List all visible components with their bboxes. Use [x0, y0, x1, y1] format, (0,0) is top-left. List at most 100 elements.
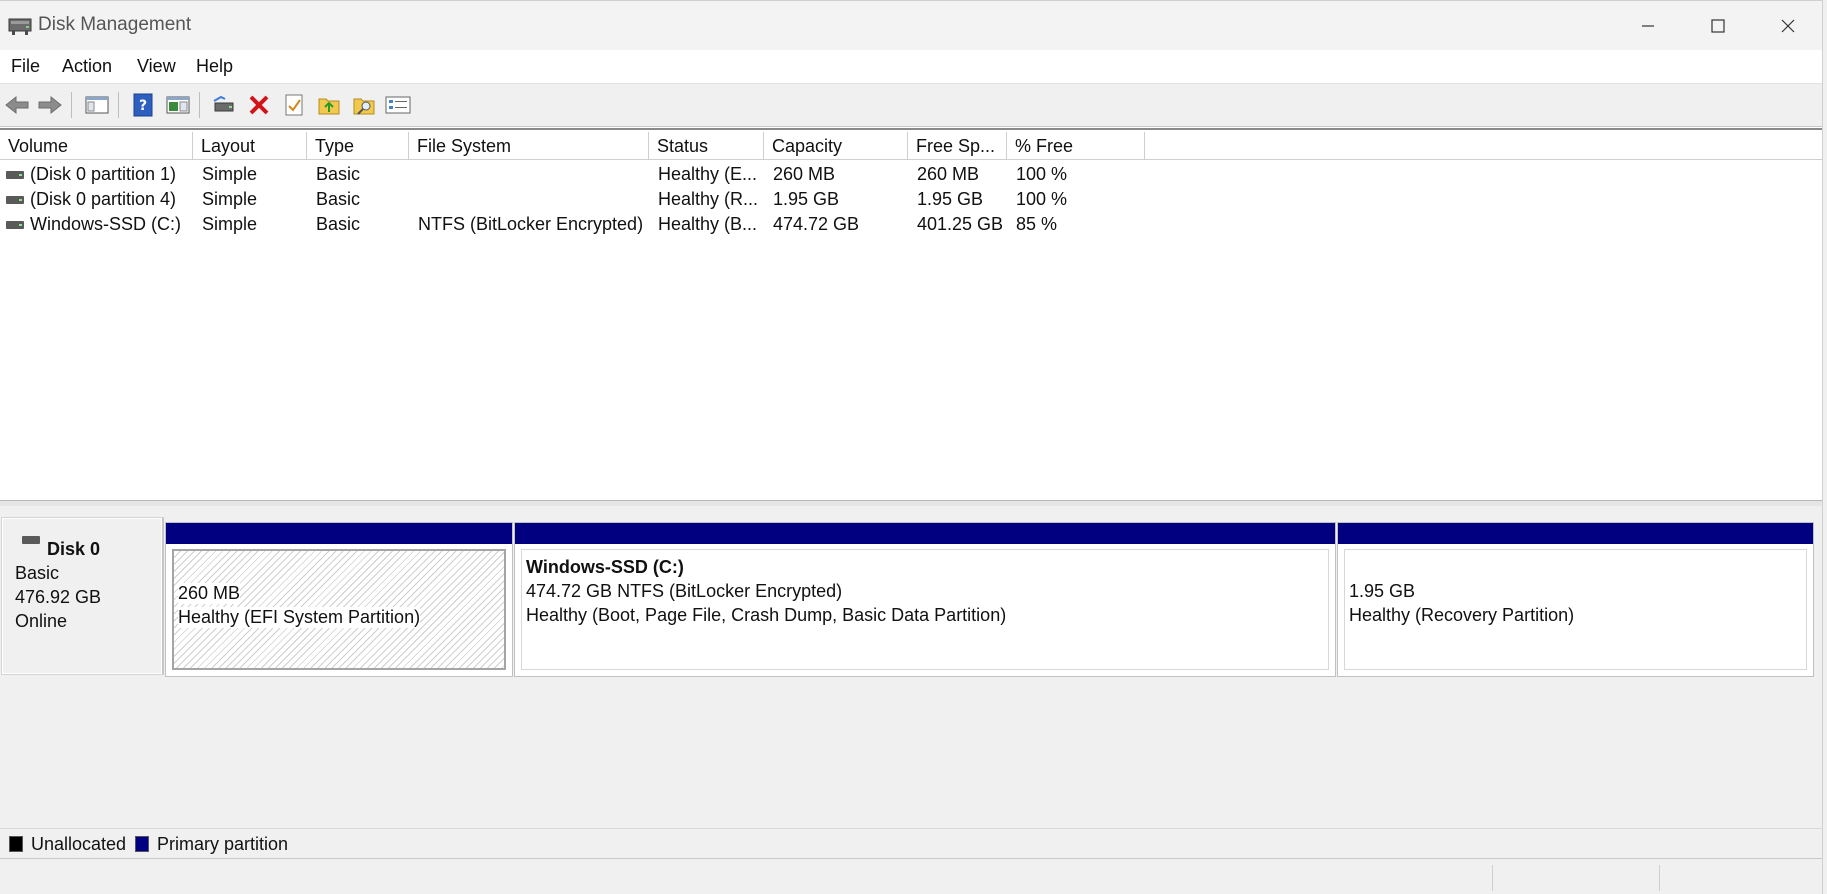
- partition-body: Windows-SSD (C:) 474.72 GB NTFS (BitLock…: [521, 549, 1329, 670]
- folder-up-icon[interactable]: [315, 91, 343, 119]
- disk-0-label[interactable]: Disk 0 Basic 476.92 GB Online: [1, 517, 164, 675]
- legend: Unallocated Primary partition: [0, 828, 1822, 858]
- partition-size: 1.95 GB: [1349, 581, 1416, 601]
- partition-status: Healthy (EFI System Partition): [178, 607, 421, 628]
- delete-icon[interactable]: [245, 91, 273, 119]
- svg-text:?: ?: [139, 98, 147, 114]
- primary-partition-band: [166, 523, 512, 544]
- volume-layout: Simple: [202, 164, 258, 184]
- column-header-layout[interactable]: Layout: [193, 132, 307, 160]
- show-hide-action-pane-icon[interactable]: [164, 91, 192, 119]
- toolbar-separator: [71, 92, 72, 118]
- primary-partition-swatch: [135, 836, 149, 852]
- minimize-button[interactable]: [1613, 1, 1683, 51]
- partition-name: Windows-SSD (C:): [526, 557, 684, 577]
- disk-icon: [22, 536, 40, 544]
- partition-size: 474.72 GB NTFS (BitLocker Encrypted): [526, 581, 843, 601]
- partition-status: Healthy (Boot, Page File, Crash Dump, Ba…: [526, 605, 1007, 625]
- volume-file-system: NTFS (BitLocker Encrypted): [418, 214, 644, 234]
- close-button[interactable]: [1753, 1, 1823, 51]
- disk-partition-bar: 260 MB Healthy (EFI System Partition) Wi…: [165, 522, 1815, 677]
- status-bar-separator: [1492, 865, 1493, 891]
- volume-type: Basic: [316, 189, 361, 209]
- legend-primary-partition: Primary partition: [157, 834, 289, 854]
- primary-partition-band: [1338, 523, 1813, 544]
- volume-file-system: [418, 162, 646, 187]
- volume-status: Healthy (R...: [658, 189, 759, 209]
- table-row[interactable]: (Disk 0 partition 4) Simple Basic Health…: [0, 187, 1822, 212]
- volume-layout: Simple: [202, 214, 258, 234]
- primary-partition-band: [515, 523, 1335, 544]
- window-title: Disk Management: [38, 14, 192, 35]
- column-header-type[interactable]: Type: [307, 132, 409, 160]
- volume-name: (Disk 0 partition 4): [30, 189, 177, 209]
- volume-percent-free: 85 %: [1016, 214, 1058, 234]
- volume-list-header: Volume Layout Type File System Status Ca…: [0, 132, 1822, 160]
- partition-body: 260 MB Healthy (EFI System Partition): [172, 549, 506, 670]
- partition-status: Healthy (Recovery Partition): [1349, 605, 1575, 625]
- column-header-capacity[interactable]: Capacity: [764, 132, 908, 160]
- menu-help[interactable]: Help: [196, 56, 233, 77]
- column-header-percent-free[interactable]: % Free: [1007, 132, 1145, 160]
- help-icon[interactable]: ?: [129, 91, 157, 119]
- volume-type: Basic: [316, 164, 361, 184]
- table-row[interactable]: Windows-SSD (C:) Simple Basic NTFS (BitL…: [0, 212, 1822, 237]
- volume-free-space: 260 MB: [917, 164, 980, 184]
- volume-status: Healthy (B...: [658, 214, 758, 234]
- column-header-volume[interactable]: Volume: [0, 132, 193, 160]
- legend-unallocated: Unallocated: [31, 834, 127, 854]
- list-view-icon[interactable]: [384, 91, 412, 119]
- disk-status: Online: [15, 611, 68, 631]
- volume-percent-free: 100 %: [1016, 164, 1068, 184]
- partition-efi[interactable]: 260 MB Healthy (EFI System Partition): [165, 522, 513, 677]
- volume-percent-free: 100 %: [1016, 189, 1068, 209]
- volume-free-space: 1.95 GB: [917, 189, 984, 209]
- toolbar-separator: [199, 92, 200, 118]
- volume-capacity: 474.72 GB: [773, 214, 860, 234]
- volume-name: (Disk 0 partition 1): [30, 164, 177, 184]
- column-header-status[interactable]: Status: [649, 132, 764, 160]
- maximize-button[interactable]: [1683, 1, 1753, 51]
- properties-icon[interactable]: [280, 91, 308, 119]
- volume-type: Basic: [316, 214, 361, 234]
- unallocated-swatch: [9, 836, 23, 852]
- disk-graphical-view: Disk 0 Basic 476.92 GB Online 260 MB Hea…: [0, 506, 1822, 828]
- partition-windows-ssd[interactable]: Windows-SSD (C:) 474.72 GB NTFS (BitLock…: [514, 522, 1336, 677]
- toolbar: ?: [0, 84, 1822, 127]
- connect-drive-icon[interactable]: [210, 91, 238, 119]
- volume-status: Healthy (E...: [658, 164, 758, 184]
- menu-file[interactable]: File: [11, 56, 40, 77]
- disk-size: 476.92 GB: [15, 587, 102, 607]
- title-bar: Disk Management: [0, 0, 1827, 50]
- drive-icon: [6, 171, 24, 179]
- partition-body: 1.95 GB Healthy (Recovery Partition): [1344, 549, 1807, 670]
- forward-icon[interactable]: [36, 91, 64, 119]
- table-row[interactable]: (Disk 0 partition 1) Simple Basic Health…: [0, 162, 1822, 187]
- menu-bar: File Action View Help: [0, 50, 1822, 84]
- window-right-border: [1822, 0, 1827, 894]
- volume-capacity: 1.95 GB: [773, 189, 840, 209]
- menu-action[interactable]: Action: [62, 56, 112, 77]
- explore-icon[interactable]: [350, 91, 378, 119]
- disk-name: Disk 0: [47, 539, 101, 559]
- toolbar-separator: [118, 92, 119, 118]
- volume-name: Windows-SSD (C:): [30, 214, 182, 234]
- volume-capacity: 260 MB: [773, 164, 836, 184]
- status-bar: [0, 858, 1822, 894]
- volume-layout: Simple: [202, 189, 258, 209]
- disk-type: Basic: [15, 563, 60, 583]
- disk-management-app-icon: [8, 15, 32, 37]
- back-icon[interactable]: [3, 91, 31, 119]
- show-hide-console-tree-icon[interactable]: [83, 91, 111, 119]
- menu-view[interactable]: View: [137, 56, 176, 77]
- drive-icon: [6, 196, 24, 204]
- volume-file-system: [418, 187, 646, 212]
- column-header-file-system[interactable]: File System: [409, 132, 649, 160]
- column-header-free-space[interactable]: Free Sp...: [908, 132, 1007, 160]
- partition-size: 260 MB: [178, 583, 241, 604]
- drive-icon: [6, 221, 24, 229]
- volume-list: Volume Layout Type File System Status Ca…: [0, 128, 1822, 500]
- partition-recovery[interactable]: 1.95 GB Healthy (Recovery Partition): [1337, 522, 1814, 677]
- status-bar-separator: [1659, 865, 1660, 891]
- volume-free-space: 401.25 GB: [917, 214, 1004, 234]
